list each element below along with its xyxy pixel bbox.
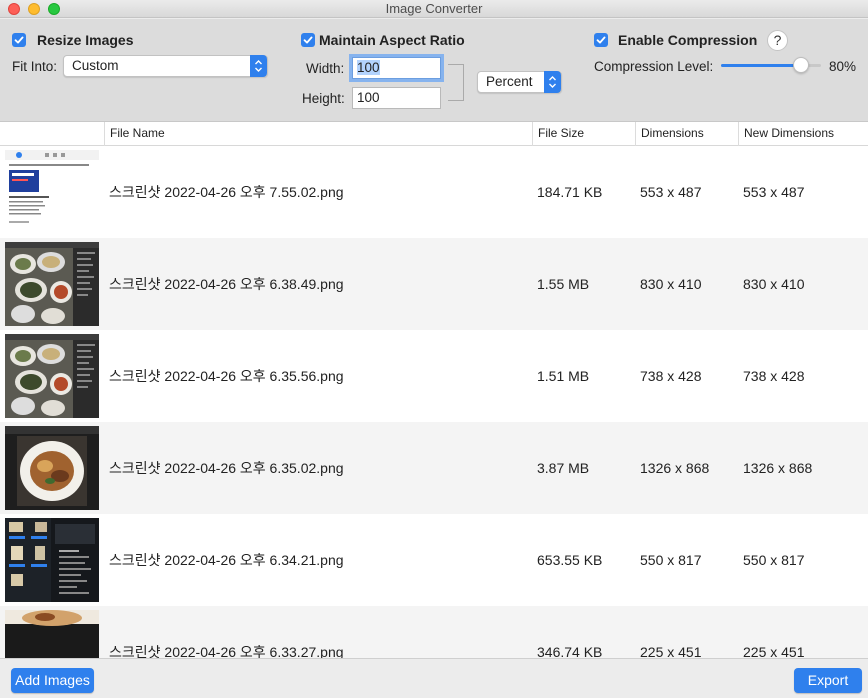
new-dimensions-cell: 550 x 817 [743, 552, 805, 568]
new-dimensions-cell: 225 x 451 [743, 644, 805, 658]
height-field[interactable]: 100 [352, 87, 441, 109]
export-button[interactable]: Export [794, 668, 862, 693]
column-header-file-name[interactable]: File Name [104, 122, 532, 146]
checkmark-icon [596, 36, 606, 44]
table-row[interactable]: 스크린샷 2022-04-26 오후 6.35.02.png 3.87 MB 132… [0, 422, 868, 514]
file-size-cell: 1.51 MB [537, 368, 590, 384]
resize-images-label: Resize Images [37, 32, 134, 48]
compression-level-slider[interactable] [721, 57, 821, 73]
dimensions-cell: 830 x 410 [640, 276, 702, 292]
checkmark-icon [14, 36, 24, 44]
title-bar: Image Converter [0, 0, 868, 18]
column-header-thumbnail[interactable] [0, 122, 104, 146]
table-row[interactable]: 스크린샷 2022-04-26 오후 6.33.27.png 346.74 KB 2… [0, 606, 868, 658]
width-value: 100 [357, 60, 380, 75]
image-thumbnail [5, 150, 99, 234]
image-thumbnail [5, 610, 99, 658]
image-table: File Name File Size Dimensions New Dimen… [0, 122, 868, 658]
table-row[interactable]: 스크린샷 2022-04-26 오후 6.34.21.png 653.55 KB 5… [0, 514, 868, 606]
compression-level-label: Compression Level: [594, 59, 714, 74]
table-row[interactable]: 스크린샷 2022-04-26 오후 6.35.56.png 1.51 MB 738… [0, 330, 868, 422]
fit-into-value: Custom [72, 58, 119, 73]
window-title: Image Converter [385, 1, 483, 16]
help-button[interactable]: ? [767, 30, 788, 51]
maintain-aspect-ratio-label: Maintain Aspect Ratio [319, 32, 465, 48]
file-name-cell: 스크린샷 2022-04-26 오후 6.35.02.png [109, 460, 344, 476]
resize-images-checkbox[interactable] [12, 33, 26, 47]
settings-panel: Resize Images Fit Into: Custom Maintain … [0, 19, 868, 122]
column-header-new-dimensions[interactable]: New Dimensions [738, 122, 868, 146]
file-size-cell: 346.74 KB [537, 644, 603, 658]
table-row[interactable]: 스크린샷 2022-04-26 오후 6.38.49.png 1.55 MB 830… [0, 238, 868, 330]
new-dimensions-cell: 830 x 410 [743, 276, 805, 292]
new-dimensions-cell: 553 x 487 [743, 184, 805, 200]
dimensions-cell: 1326 x 868 [640, 460, 710, 476]
new-dimensions-cell: 1326 x 868 [743, 460, 813, 476]
width-label: Width: [306, 61, 345, 76]
unit-popup[interactable]: Percent [477, 71, 562, 93]
updown-arrows-icon [250, 55, 267, 77]
maintain-aspect-ratio-checkbox[interactable] [301, 33, 315, 47]
dimensions-cell: 738 x 428 [640, 368, 702, 384]
new-dimensions-cell: 738 x 428 [743, 368, 805, 384]
file-name-cell: 스크린샷 2022-04-26 오후 7.55.02.png [109, 184, 344, 200]
file-name-cell: 스크린샷 2022-04-26 오후 6.33.27.png [109, 644, 344, 658]
image-thumbnail [5, 334, 99, 418]
table-header: File Name File Size Dimensions New Dimen… [0, 122, 868, 146]
updown-arrows-icon [544, 71, 561, 93]
enable-compression-checkbox[interactable] [594, 33, 608, 47]
checkmark-icon [303, 36, 313, 44]
image-thumbnail [5, 242, 99, 326]
unit-value: Percent [486, 74, 533, 89]
file-name-cell: 스크린샷 2022-04-26 오후 6.35.56.png [109, 368, 344, 384]
table-row[interactable]: 스크린샷 2022-04-26 오후 7.55.02.png 184.71 KB 5… [0, 146, 868, 238]
file-size-cell: 653.55 KB [537, 552, 603, 568]
column-header-file-size[interactable]: File Size [532, 122, 635, 146]
file-name-cell: 스크린샷 2022-04-26 오후 6.38.49.png [109, 276, 344, 292]
file-size-cell: 3.87 MB [537, 460, 590, 476]
compression-level-value: 80% [829, 59, 857, 74]
height-value: 100 [357, 90, 380, 105]
height-label: Height: [302, 91, 345, 106]
width-field[interactable]: 100 [352, 57, 441, 79]
add-images-button[interactable]: Add Images [11, 668, 94, 693]
enable-compression-label: Enable Compression [618, 32, 758, 48]
file-size-cell: 1.55 MB [537, 276, 590, 292]
image-thumbnail [5, 426, 99, 510]
slider-knob[interactable] [793, 57, 809, 73]
image-thumbnail [5, 518, 99, 602]
file-size-cell: 184.71 KB [537, 184, 603, 200]
dimensions-cell: 225 x 451 [640, 644, 702, 658]
dimensions-cell: 550 x 817 [640, 552, 702, 568]
fit-into-label: Fit Into: [12, 59, 58, 74]
bottom-bar: Add Images Export [0, 658, 868, 698]
file-name-cell: 스크린샷 2022-04-26 오후 6.34.21.png [109, 552, 344, 568]
fit-into-popup[interactable]: Custom [63, 55, 268, 77]
column-header-dimensions[interactable]: Dimensions [635, 122, 738, 146]
slider-fill [721, 64, 801, 67]
dimensions-cell: 553 x 487 [640, 184, 702, 200]
aspect-link-bracket [448, 64, 464, 101]
